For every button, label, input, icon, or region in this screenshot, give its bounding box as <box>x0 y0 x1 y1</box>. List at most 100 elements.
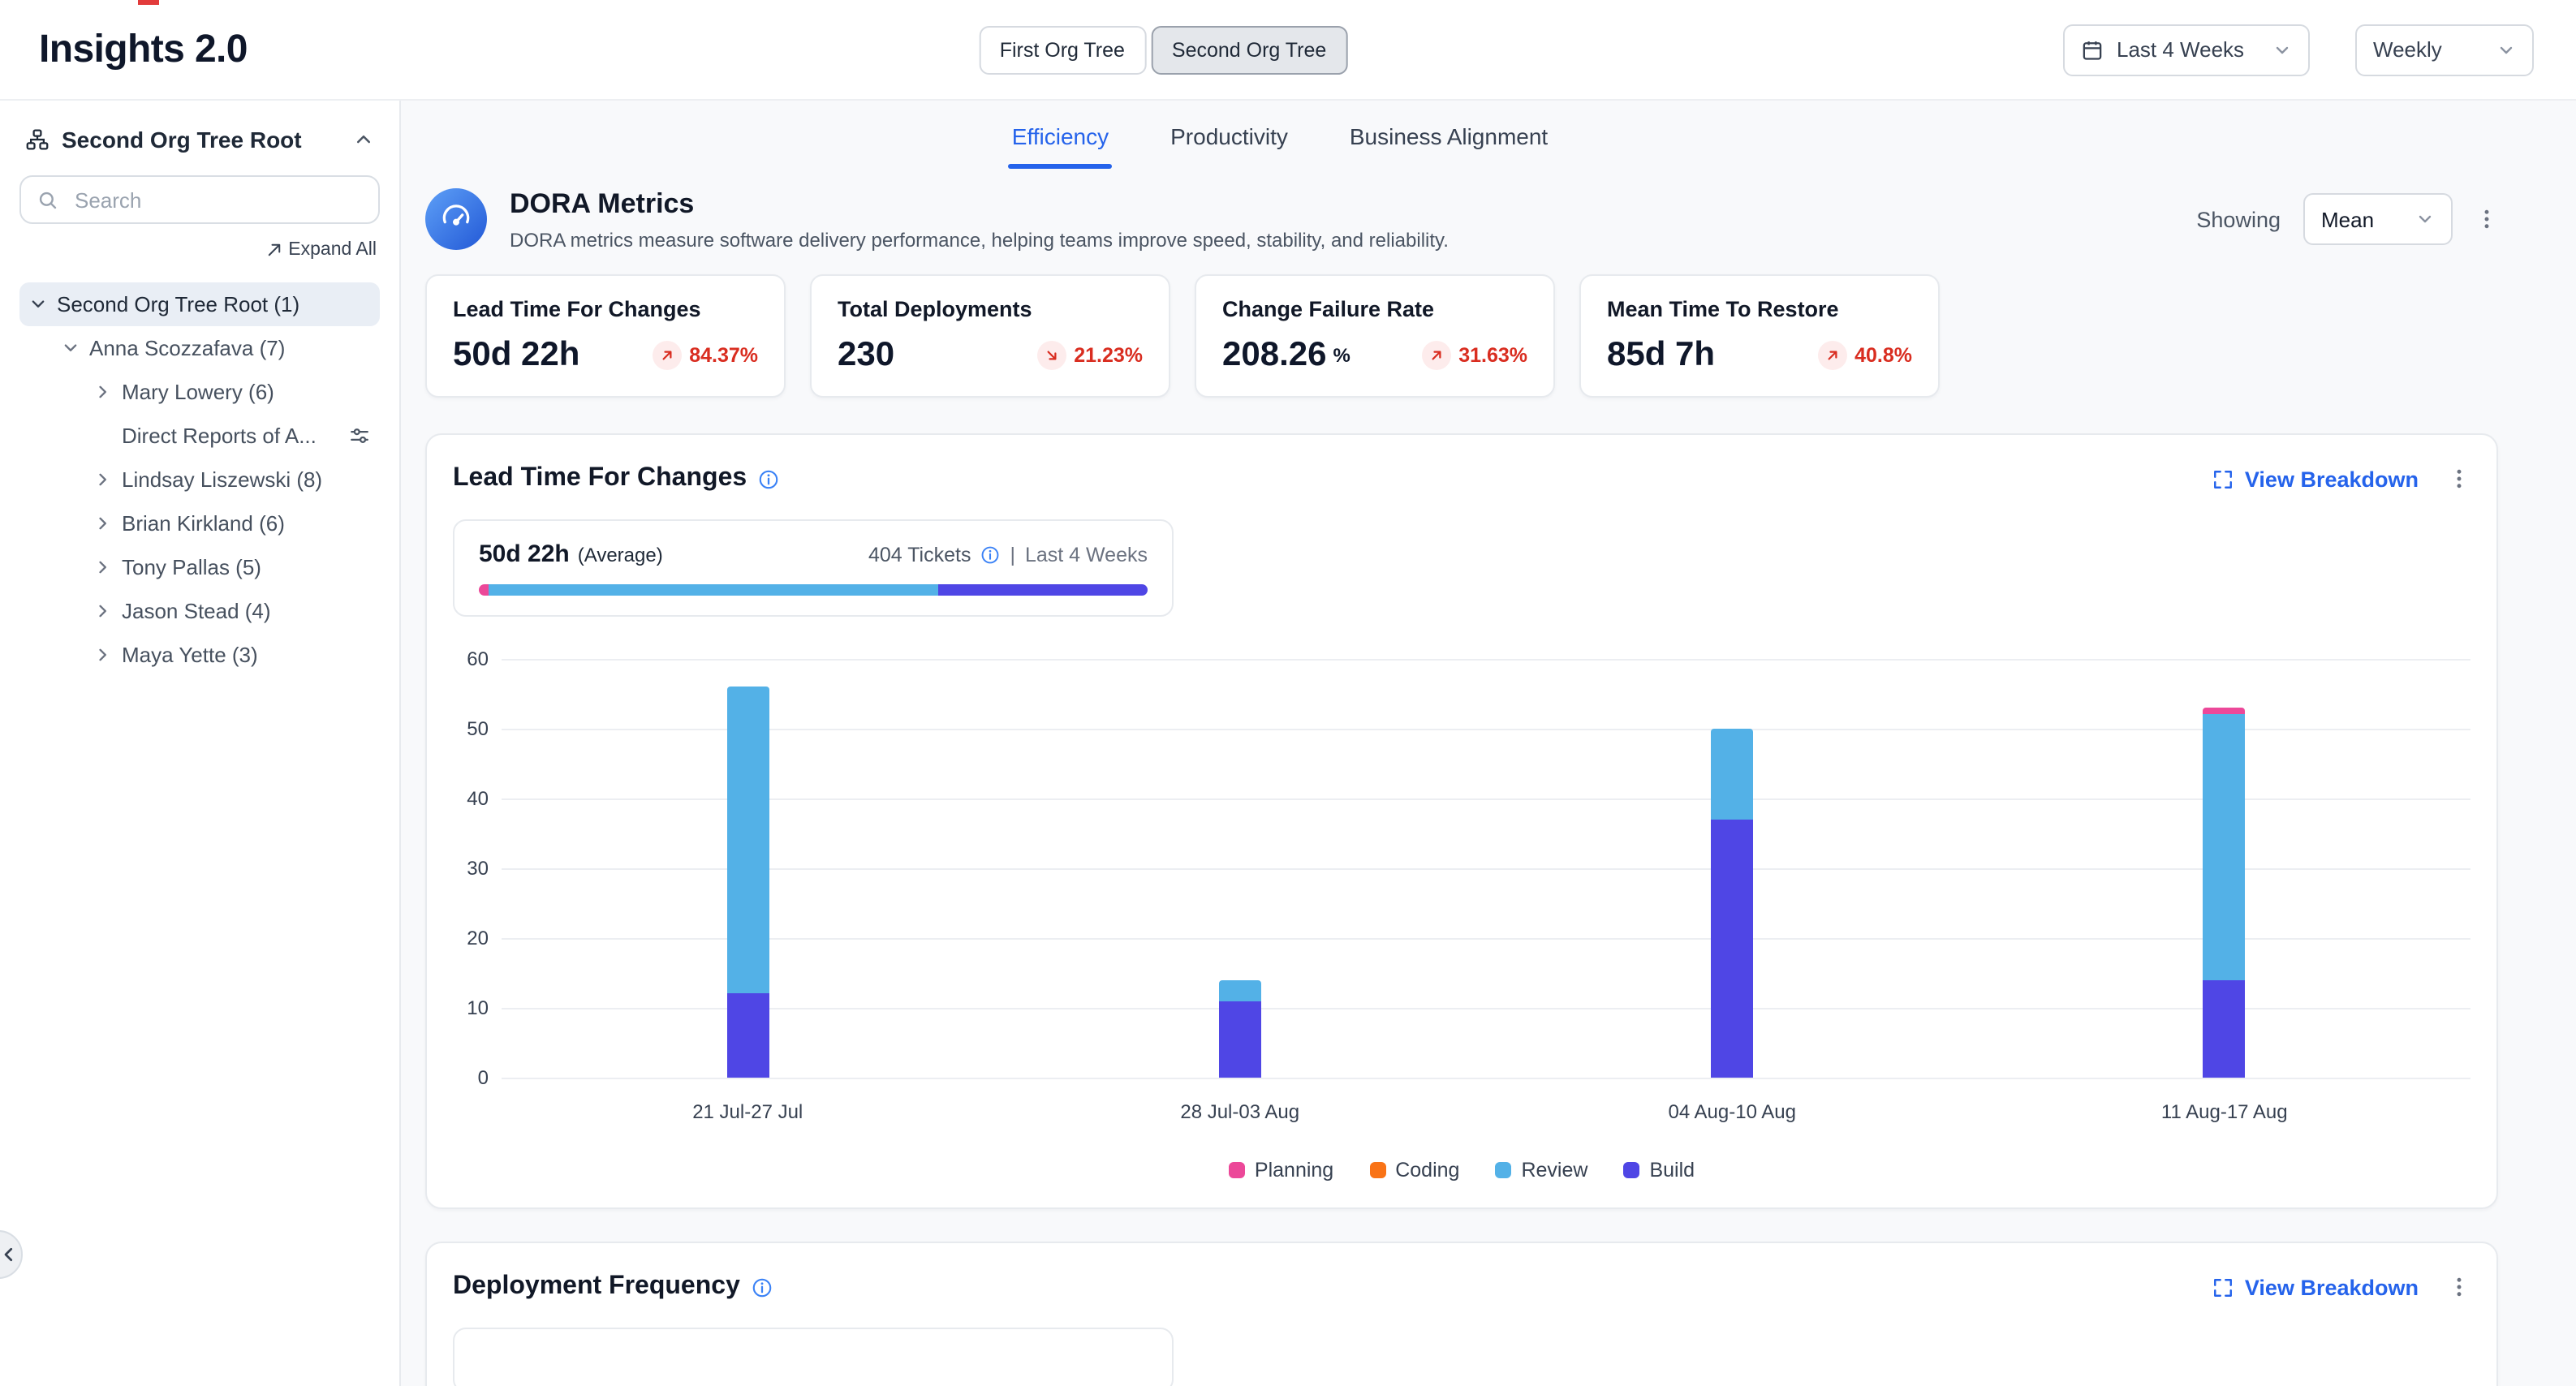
chevron-right-icon[interactable] <box>94 646 112 664</box>
tree-item-maya-yette-3[interactable]: Maya Yette (3) <box>84 633 380 677</box>
chevron-up-icon[interactable] <box>354 130 373 149</box>
aggregation-dropdown[interactable]: Mean <box>2303 193 2453 245</box>
filter-sliders-icon[interactable] <box>349 425 370 446</box>
granularity-dropdown[interactable]: Weekly <box>2355 24 2534 75</box>
tree-item-brian-kirkland-6[interactable]: Brian Kirkland (6) <box>84 501 380 545</box>
bar-segment-review <box>1219 980 1261 1001</box>
x-axis-labels: 21 Jul-27 Jul28 Jul-03 Aug04 Aug-10 Aug1… <box>502 1100 2470 1123</box>
view-breakdown-button[interactable]: View Breakdown <box>2212 1275 2419 1299</box>
stacked-bar-28-jul-03-aug[interactable] <box>1219 980 1261 1078</box>
stacked-bar-11-aug-17-aug[interactable] <box>2203 708 2246 1078</box>
sidebar-search[interactable] <box>19 175 380 224</box>
metric-title: Lead Time For Changes <box>453 297 758 321</box>
legend-item-review[interactable]: Review <box>1495 1159 1587 1182</box>
tab-business-alignment[interactable]: Business Alignment <box>1346 123 1551 169</box>
deployment-frequency-panel: Deployment Frequency View Breakdown <box>425 1242 2498 1386</box>
bar-segment-review <box>2203 715 2246 980</box>
trend-up-icon <box>1421 341 1450 370</box>
tree-item-direct-reports-of-a[interactable]: Direct Reports of A... <box>84 414 380 458</box>
y-tick-label: 60 <box>467 648 489 670</box>
chevron-down-icon[interactable] <box>29 295 47 313</box>
tree-item-label: Second Org Tree Root (1) <box>57 292 299 316</box>
bar-segment-build <box>2203 980 2246 1078</box>
bar-column <box>1979 659 2471 1078</box>
date-range-dropdown[interactable]: Last 4 Weeks <box>2063 24 2310 75</box>
legend-swatch <box>1623 1162 1639 1178</box>
sidebar-header: Second Org Tree Root <box>19 123 380 156</box>
tree-item-label: Tony Pallas (5) <box>122 555 261 579</box>
x-axis-label: 04 Aug-10 Aug <box>1486 1100 1979 1123</box>
legend-label: Build <box>1649 1159 1695 1182</box>
metric-value: 85d 7h <box>1607 336 1715 375</box>
x-axis-label: 28 Jul-03 Aug <box>994 1100 1487 1123</box>
dora-title: DORA Metrics <box>510 188 1449 221</box>
tab-productivity[interactable]: Productivity <box>1167 123 1291 169</box>
x-axis-label: 21 Jul-27 Jul <box>502 1100 994 1123</box>
granularity-value: Weekly <box>2373 37 2442 62</box>
gauge-icon <box>438 201 474 237</box>
view-breakdown-button[interactable]: View Breakdown <box>2212 467 2419 491</box>
info-icon[interactable] <box>980 544 1000 564</box>
tree-item-mary-lowery-6[interactable]: Mary Lowery (6) <box>84 370 380 414</box>
y-tick-label: 20 <box>467 927 489 949</box>
stacked-bar-21-jul-27-jul[interactable] <box>726 687 769 1078</box>
metric-value-row: 85d 7h40.8% <box>1607 336 1912 375</box>
org-toggle-first-org-tree[interactable]: First Org Tree <box>979 25 1146 74</box>
tree-item-anna-scozzafava-7[interactable]: Anna Scozzafava (7) <box>52 326 380 370</box>
info-icon[interactable] <box>752 1276 773 1298</box>
bar-columns <box>502 659 2470 1078</box>
metric-change: 31.63% <box>1421 341 1527 370</box>
chevron-right-icon[interactable] <box>94 602 112 620</box>
dora-description: DORA metrics measure software delivery p… <box>510 229 1449 252</box>
metric-value: 50d 22h <box>453 336 579 375</box>
chevron-right-icon[interactable] <box>94 471 112 489</box>
legend-item-build[interactable]: Build <box>1623 1159 1695 1182</box>
trend-up-icon <box>1817 341 1846 370</box>
metric-change-percent: 21.23% <box>1074 344 1143 367</box>
tab-efficiency[interactable]: Efficiency <box>1009 123 1112 169</box>
chevron-right-icon[interactable] <box>94 558 112 576</box>
more-options-icon[interactable] <box>2448 1276 2470 1298</box>
metric-value: 208.26 <box>1222 336 1326 375</box>
chevron-right-icon[interactable] <box>94 383 112 401</box>
legend-item-planning[interactable]: Planning <box>1229 1159 1333 1182</box>
plot-area <box>502 659 2470 1078</box>
org-sidebar: Second Org Tree Root Expand All Second O… <box>0 101 401 1386</box>
dora-metric-cards: Lead Time For Changes50d 22h84.37%Total … <box>425 274 2498 398</box>
summary-period: Last 4 Weeks <box>1025 543 1148 566</box>
tree-item-second-org-tree-root-1[interactable]: Second Org Tree Root (1) <box>19 282 380 326</box>
info-icon[interactable] <box>758 468 779 489</box>
chevron-down-icon[interactable] <box>62 339 80 357</box>
average-qualifier: (Average) <box>578 543 663 566</box>
chevron-right-icon[interactable] <box>94 514 112 532</box>
legend-item-coding[interactable]: Coding <box>1369 1159 1459 1182</box>
metric-card-lead-time-for-changes: Lead Time For Changes50d 22h84.37% <box>425 274 786 398</box>
gridline <box>502 1078 2470 1079</box>
phase-segment-review <box>489 584 938 596</box>
tree-item-jason-stead-4[interactable]: Jason Stead (4) <box>84 589 380 633</box>
chevron-down-icon <box>2496 40 2516 59</box>
expand-all-button[interactable]: Expand All <box>23 240 377 260</box>
tree-item-lindsay-liszewski-8[interactable]: Lindsay Liszewski (8) <box>84 458 380 501</box>
bar-segment-planning <box>2203 708 2246 715</box>
tree-item-tony-pallas-5[interactable]: Tony Pallas (5) <box>84 545 380 589</box>
search-input[interactable] <box>71 186 362 213</box>
average-value: 50d 22h <box>479 540 570 568</box>
stacked-bar-04-aug-10-aug[interactable] <box>1711 729 1753 1078</box>
y-tick-label: 10 <box>467 996 489 1019</box>
showing-label: Showing <box>2196 207 2281 231</box>
lead-time-summary-card: 50d 22h (Average) 404 Tickets | Last 4 W… <box>453 519 1174 617</box>
tree-item-label: Anna Scozzafava (7) <box>89 336 285 360</box>
more-options-icon[interactable] <box>2475 208 2498 230</box>
bar-segment-review <box>726 687 769 993</box>
more-options-icon[interactable] <box>2448 467 2470 490</box>
legend-label: Coding <box>1395 1159 1459 1182</box>
org-toggle-second-org-tree[interactable]: Second Org Tree <box>1151 25 1347 74</box>
trend-up-icon <box>652 341 681 370</box>
bar-column <box>1486 659 1979 1078</box>
expand-all-label: Expand All <box>288 240 377 260</box>
metric-title: Total Deployments <box>838 297 1143 321</box>
bar-segment-review <box>1711 729 1753 820</box>
lead-time-panel-header: Lead Time For Changes View Breakdown <box>453 464 2470 493</box>
panel-actions: View Breakdown <box>2212 1275 2470 1299</box>
